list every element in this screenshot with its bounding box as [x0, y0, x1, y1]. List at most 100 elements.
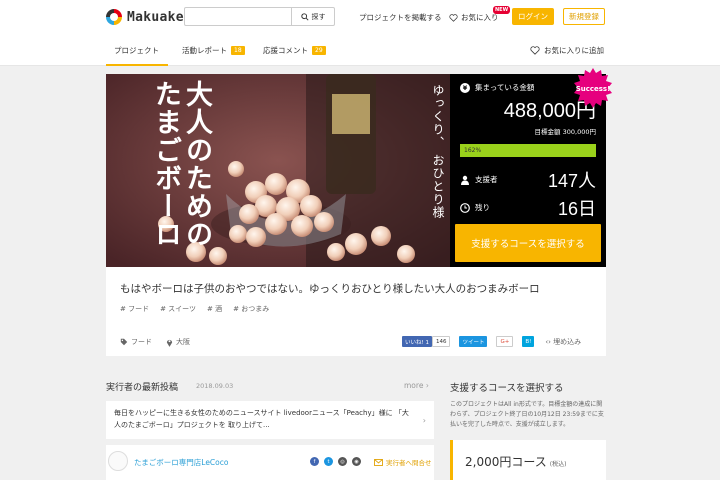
project-info-card: もはやボーロは子供のおやつではない。ゆっくりおひとり様したい大人のおつまみボーロ… [106, 267, 606, 356]
tab-project[interactable]: プロジェクト [114, 45, 159, 56]
course-card[interactable]: 2,000円コース (税込) [450, 440, 606, 480]
owner-social-icons: f t ◎ ◉ [310, 457, 361, 466]
backers-value: 147人 [547, 171, 596, 191]
progress-label: 162% [464, 147, 482, 154]
makuake-logo[interactable]: Makuake [106, 9, 184, 25]
tab-report[interactable]: 活動レポート 18 [182, 45, 245, 56]
category-label: フード [131, 338, 152, 346]
raised-label: 集まっている金額 [475, 83, 535, 92]
post-project-link[interactable]: プロジェクトを掲載する [359, 12, 442, 23]
hero-title-line1: 大人のための [181, 80, 212, 248]
backers-row: 支援者 [460, 174, 498, 185]
heart-icon [530, 46, 540, 55]
mail-icon [374, 458, 383, 466]
search-button-label: 探す [311, 12, 326, 21]
remaining-value: 16日 [557, 199, 596, 219]
hero-subtitle-line1: ゆっくり、 [431, 84, 445, 149]
new-badge: NEW [493, 6, 511, 14]
latest-posts-heading: 実行者の最新投稿 [106, 383, 179, 393]
website-icon[interactable]: ◉ [352, 457, 361, 466]
facebook-icon[interactable]: f [310, 457, 319, 466]
owner-name[interactable]: たまごボーロ専門店LeCoco [134, 457, 228, 468]
course-section-heading: 支援するコースを選択する [450, 383, 564, 394]
owner-card: たまごボーロ専門店LeCoco f t ◎ ◉ 実行者へ問合せ [106, 445, 434, 480]
remaining-row: 残り [460, 202, 490, 213]
top-header: Makuake 探す プロジェクトを掲載する お気に入り NEW ログイン 新規… [0, 0, 720, 34]
select-course-button[interactable]: 支援するコースを選択する [455, 224, 601, 262]
course-tax-label: (税込) [549, 461, 567, 468]
remaining-label: 残り [475, 203, 490, 212]
facebook-like-button[interactable]: いいね! 1 146 [402, 336, 451, 347]
favorites-link[interactable]: お気に入り [449, 12, 499, 23]
course-price: 2,000円コース (税込) [465, 453, 566, 470]
clock-icon [460, 202, 470, 213]
progress-fill: 162% [460, 144, 596, 157]
raised-row: ¥ 集まっている金額 [460, 82, 534, 93]
twitter-icon[interactable]: t [324, 457, 333, 466]
more-link[interactable]: more › [404, 381, 429, 390]
hero-subtitle-line2: おひとり様 [431, 154, 445, 219]
signup-button[interactable]: 新規登録 [563, 8, 605, 25]
logo-text: Makuake [127, 9, 184, 25]
search-box: 探す [184, 7, 335, 26]
backers-label: 支援者 [475, 175, 498, 184]
location-link[interactable]: 大阪 [166, 337, 190, 347]
report-count-badge: 18 [231, 46, 245, 55]
person-icon [461, 175, 469, 185]
instagram-icon[interactable]: ◎ [338, 457, 347, 466]
project-meta: フード 大阪 [120, 337, 190, 347]
fb-like-label: いいね! 1 [402, 336, 432, 347]
fb-like-count: 146 [431, 336, 451, 347]
goal-amount: 目標金額 300,000円 [534, 128, 596, 136]
search-input[interactable] [185, 8, 291, 25]
tag-list: # フード # スイーツ # 酒 # おつまみ [120, 304, 269, 314]
course-description: このプロジェクトはAll in形式です。目標金額の達成に関わらず、プロジェクト終… [450, 401, 604, 428]
yen-icon: ¥ [460, 82, 470, 93]
post-project-label: プロジェクトを掲載する [359, 13, 442, 22]
tab-comments-label: 応援コメント [263, 46, 308, 55]
active-tab-indicator [106, 64, 168, 66]
category-link[interactable]: フード [120, 337, 152, 347]
tab-comments[interactable]: 応援コメント 29 [263, 45, 326, 56]
tab-project-label: プロジェクト [114, 46, 159, 55]
owner-avatar[interactable] [108, 451, 128, 471]
tab-report-label: 活動レポート [182, 46, 227, 55]
success-badge: Success! [574, 68, 612, 108]
project-tabs: プロジェクト 活動レポート 18 応援コメント 29 お気に入りに追加 [0, 34, 720, 66]
tag-icon [120, 338, 128, 346]
contact-owner-link[interactable]: 実行者へ問合せ [374, 457, 432, 467]
login-button[interactable]: ログイン [512, 8, 554, 25]
embed-label: 埋め込み [553, 337, 582, 346]
contact-owner-label: 実行者へ問合せ [386, 459, 432, 467]
share-buttons: いいね! 1 146 ツイート G+ B! ‹› 埋め込み [402, 336, 581, 347]
hero-title-line2: たまごボーロ [150, 80, 181, 248]
location-label: 大阪 [176, 338, 190, 346]
course-price-label: 2,000円コース [465, 455, 547, 469]
tag-food[interactable]: # フード [120, 304, 149, 314]
project-title: もはやボーロは子供のおやつではない。ゆっくりおひとり様したい大人のおつまみボーロ [120, 283, 540, 295]
favorites-label: お気に入り [461, 13, 499, 22]
hatena-button[interactable]: B! [522, 336, 535, 347]
location-pin-icon [166, 339, 173, 347]
tag-sake[interactable]: # 酒 [207, 304, 222, 314]
latest-post-body: 毎日をハッピーに生きる女性のためのニュースサイト livedoorニュース「Pe… [114, 409, 409, 429]
add-favorite-button[interactable]: お気に入りに追加 [530, 45, 604, 56]
latest-post-card[interactable]: 毎日をハッピーに生きる女性のためのニュースサイト livedoorニュース「Pe… [106, 401, 434, 439]
heart-icon [449, 13, 458, 22]
chevron-right-icon: › [422, 416, 426, 425]
tweet-label: ツイート [462, 339, 485, 346]
logo-icon [106, 9, 122, 25]
gplus-button[interactable]: G+ [496, 336, 514, 347]
embed-button[interactable]: ‹› 埋め込み [545, 337, 581, 347]
search-button[interactable]: 探す [291, 8, 334, 25]
more-label: more [404, 381, 424, 390]
funding-progress-bar: 162% [460, 144, 596, 157]
tweet-button[interactable]: ツイート [459, 336, 488, 347]
search-icon [300, 12, 309, 21]
comments-count-badge: 29 [312, 46, 326, 55]
tag-snacks[interactable]: # おつまみ [233, 304, 269, 314]
project-hero-image: 大人のための たまごボーロ ゆっくり、 おひとり様 [106, 74, 450, 267]
tag-sweets[interactable]: # スイーツ [160, 304, 196, 314]
add-favorite-label: お気に入りに追加 [544, 46, 604, 55]
latest-post-date: 2018.09.03 [196, 382, 234, 390]
